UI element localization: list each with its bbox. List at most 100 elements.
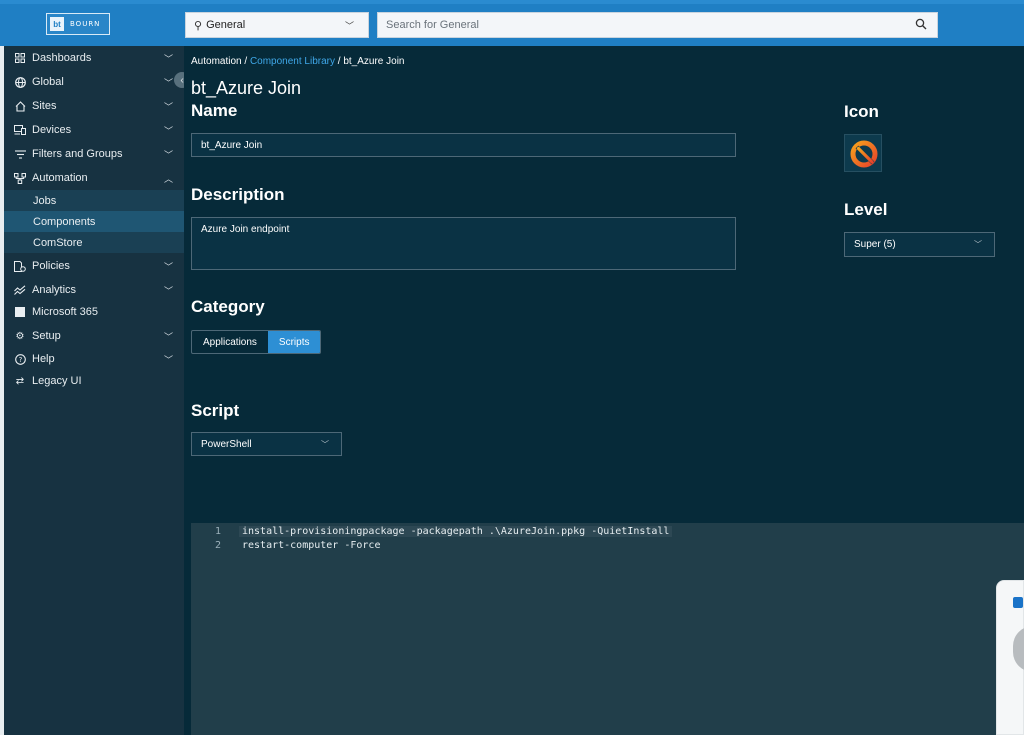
search-placeholder: Search for General xyxy=(386,19,479,31)
code-text[interactable]: install-provisioningpackage -packagepath… xyxy=(239,526,673,537)
microsoft-icon xyxy=(14,306,26,318)
level-value: Super (5) xyxy=(854,239,896,250)
sidebar-item-label: Dashboards xyxy=(32,52,92,64)
breadcrumb: Automation / Component Library / bt_Azur… xyxy=(191,56,404,67)
script-editor[interactable]: 1 install-provisioningpackage -packagepa… xyxy=(191,523,1024,735)
chevron-down-icon: ﹀ xyxy=(163,126,173,136)
search-icon: ⚲ xyxy=(194,19,203,32)
sidebar-item-label: Help xyxy=(32,353,55,365)
line-number: 2 xyxy=(214,540,221,551)
logo-text: BOURN xyxy=(70,20,101,28)
category-label: Category xyxy=(191,297,265,316)
component-logo-icon xyxy=(850,140,878,168)
top-bar: bt BOURN ⚲ General ﹀ Search for General xyxy=(0,0,1024,46)
code-line: 2 restart-computer -Force xyxy=(191,539,383,552)
sidebar-item-setup[interactable]: ⚙ Setup ﹀ xyxy=(4,325,184,347)
company-logo[interactable]: bt BOURN xyxy=(46,13,110,35)
sidebar-item-help[interactable]: ? Help ﹀ xyxy=(4,348,184,370)
page-title: bt_Azure Join xyxy=(191,78,302,98)
sidebar-item-label: Policies xyxy=(32,260,70,272)
script-label: Script xyxy=(191,401,240,420)
sidebar-subitem-label: Components xyxy=(33,215,96,228)
sidebar-item-label: Sites xyxy=(32,100,57,112)
chevron-down-icon: ﹀ xyxy=(163,102,173,112)
level-select[interactable]: Super (5) ﹀ xyxy=(844,232,995,257)
sidebar-item-label: Devices xyxy=(32,124,72,136)
chevron-down-icon: ﹀ xyxy=(163,332,173,342)
line-number: 1 xyxy=(214,526,221,537)
icon-label: Icon xyxy=(844,102,879,121)
side-flyout-panel[interactable] xyxy=(996,580,1024,735)
sidebar-item-automation[interactable]: Automation ︿ xyxy=(4,167,184,189)
outlook-icon[interactable] xyxy=(1013,597,1023,608)
sidebar-subitem-jobs[interactable]: Jobs xyxy=(4,190,184,211)
gear-icon: ⚙ xyxy=(15,330,25,342)
main-content: Automation / Component Library / bt_Azur… xyxy=(184,46,1024,735)
avatar[interactable] xyxy=(1013,626,1024,672)
code-line: 1 install-provisioningpackage -packagepa… xyxy=(191,525,673,538)
description-textarea[interactable]: Azure Join endpoint xyxy=(191,217,736,270)
chevron-down-icon: ﹀ xyxy=(163,262,173,272)
breadcrumb-separator: / xyxy=(241,56,250,67)
search-input[interactable]: Search for General xyxy=(377,12,938,38)
breadcrumb-component-library[interactable]: Component Library xyxy=(250,56,335,67)
sidebar-item-dashboards[interactable]: Dashboards ﹀ xyxy=(4,47,184,69)
sidebar-item-analytics[interactable]: Analytics ﹀ xyxy=(4,279,184,301)
sidebar-item-filters-and-groups[interactable]: Filters and Groups ﹀ xyxy=(4,143,184,165)
chevron-down-icon: ﹀ xyxy=(321,440,329,449)
sidebar-item-label: Global xyxy=(32,76,64,88)
sidebar-item-sites[interactable]: Sites ﹀ xyxy=(4,95,184,117)
sidebar-subitem-label: Jobs xyxy=(33,194,57,207)
sidebar-item-devices[interactable]: Devices ﹀ xyxy=(4,119,184,141)
chevron-down-icon: ﹀ xyxy=(344,21,354,31)
description-label: Description xyxy=(191,185,285,204)
sidebar-item-label: Filters and Groups xyxy=(32,148,123,160)
scope-select-value: General xyxy=(206,19,246,31)
category-toggle: Applications Scripts xyxy=(191,330,322,354)
chevron-down-icon: ﹀ xyxy=(163,54,173,64)
chevron-down-icon: ﹀ xyxy=(974,240,982,249)
chevron-up-icon: ︿ xyxy=(163,174,173,184)
sidebar-subitem-comstore[interactable]: ComStore xyxy=(4,232,184,253)
devices-icon xyxy=(14,124,26,136)
scope-select[interactable]: ⚲ General ﹀ xyxy=(185,12,369,38)
sidebar-item-policies[interactable]: Policies ﹀ xyxy=(4,255,184,277)
sidebar-item-label: Setup xyxy=(32,330,61,342)
level-label: Level xyxy=(844,200,888,219)
breadcrumb-current: bt_Azure Join xyxy=(343,56,405,67)
component-icon-picker[interactable] xyxy=(844,134,882,172)
sidebar-item-global[interactable]: Global ﹀ xyxy=(4,71,184,93)
category-option-scripts[interactable]: Scripts xyxy=(267,331,321,353)
dashboard-grid-icon xyxy=(14,52,26,64)
svg-text:?: ? xyxy=(18,356,22,364)
script-language-select[interactable]: PowerShell ﹀ xyxy=(191,432,342,456)
globe-icon xyxy=(14,76,26,88)
sidebar-subitem-components[interactable]: Components xyxy=(4,211,184,232)
chevron-down-icon: ﹀ xyxy=(163,286,173,296)
sidebar-item-legacy-ui[interactable]: ⇄ Legacy UI xyxy=(4,370,184,392)
switch-icon: ⇄ xyxy=(15,375,25,387)
sidebar: Dashboards ﹀ Global ﹀ Sites ﹀ Devices ﹀ … xyxy=(4,46,184,735)
sidebar-item-label: Automation xyxy=(32,172,88,184)
chevron-down-icon: ﹀ xyxy=(163,150,173,160)
sidebar-item-label: Analytics xyxy=(32,284,77,296)
home-icon xyxy=(14,100,26,112)
logo-mark: bt xyxy=(50,17,64,31)
automation-icon xyxy=(14,172,26,184)
chevron-down-icon: ﹀ xyxy=(163,78,173,88)
analytics-icon xyxy=(14,284,26,296)
name-label: Name xyxy=(191,101,238,120)
name-input[interactable]: bt_Azure Join xyxy=(191,133,736,157)
breadcrumb-automation[interactable]: Automation xyxy=(191,56,242,67)
filter-icon xyxy=(14,148,26,160)
sidebar-item-label: Legacy UI xyxy=(32,375,82,387)
chevron-down-icon: ﹀ xyxy=(163,355,173,365)
category-option-applications[interactable]: Applications xyxy=(192,331,268,353)
search-icon[interactable] xyxy=(915,18,927,30)
code-text[interactable]: restart-computer -Force xyxy=(239,540,383,551)
sidebar-item-label: Microsoft 365 xyxy=(32,306,99,318)
help-icon: ? xyxy=(14,353,26,365)
sidebar-subitem-label: ComStore xyxy=(33,236,83,249)
sidebar-item-microsoft-365[interactable]: Microsoft 365 xyxy=(4,301,184,323)
script-language-value: PowerShell xyxy=(201,438,252,450)
